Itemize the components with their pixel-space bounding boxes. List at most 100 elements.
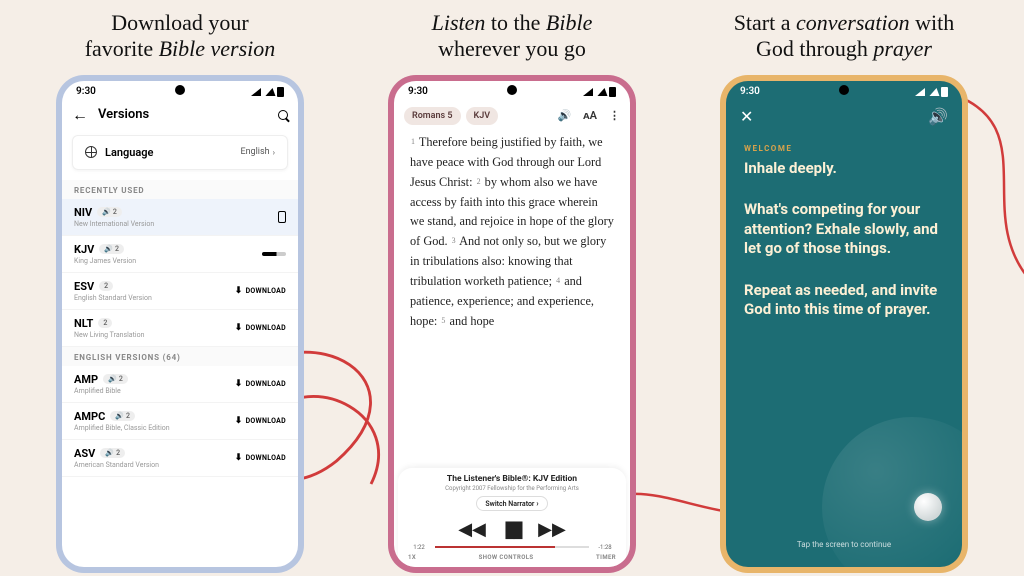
version-abbr: NIV <box>74 206 92 219</box>
chevron-right-icon: › <box>273 148 275 157</box>
version-full: American Standard Version <box>74 461 159 469</box>
version-row-asv[interactable]: ASV 🔊 2 American Standard Version ⬇DOWNLO… <box>62 440 298 477</box>
prayer-section-label: WELCOME <box>726 130 962 153</box>
forward-button[interactable]: ▶▶ <box>538 519 566 540</box>
sleep-timer-button[interactable]: TIMER <box>596 554 616 561</box>
prayer-body: Inhale deeply. What's competing for your… <box>726 153 962 326</box>
signal-icon <box>915 88 925 96</box>
download-icon: ⬇ <box>235 416 243 426</box>
speed-button[interactable]: 1X <box>408 554 416 561</box>
language-selector[interactable]: Language English › <box>72 135 288 170</box>
download-icon: ⬇ <box>235 453 243 463</box>
switch-narrator-button[interactable]: Switch Narrator › <box>476 496 547 511</box>
panel-versions: Download your favorite Bible version 9:3… <box>20 10 340 573</box>
section-english-versions: ENGLISH VERSIONS (64) <box>62 347 298 366</box>
chevron-right-icon: › <box>536 499 538 508</box>
battery-icon <box>277 87 284 97</box>
time-remaining: -1:28 <box>594 544 616 551</box>
version-full: Amplified Bible <box>74 387 128 395</box>
camera-notch <box>175 85 185 95</box>
version-row-kjv[interactable]: KJV 🔊 2 King James Version <box>62 236 298 273</box>
wifi-icon <box>595 88 608 96</box>
camera-notch <box>839 85 849 95</box>
globe-icon <box>85 146 97 158</box>
verse-text: and hope <box>449 314 494 328</box>
language-label: Language <box>105 146 153 159</box>
verse-number: 3 <box>451 236 457 245</box>
wifi-icon <box>927 88 940 96</box>
version-row-niv[interactable]: NIV 🔊 2 New International Version <box>62 199 298 236</box>
language-value: English <box>240 147 269 157</box>
version-row-nlt[interactable]: NLT2 New Living Translation ⬇DOWNLOAD <box>62 310 298 347</box>
phone-frame-3: 9:30 ✕ 🔊 WELCOME Inhale deeply. What's c… <box>720 75 968 573</box>
verse-number: 1 <box>410 137 416 146</box>
version-abbr: KJV <box>74 243 94 256</box>
download-button[interactable]: ⬇DOWNLOAD <box>235 379 286 389</box>
verse-number: 2 <box>476 177 482 186</box>
screen-versions: 9:30 ← Versions Language English› RECENT… <box>62 81 298 567</box>
version-row-amp[interactable]: AMP 🔊 2 Amplified Bible ⬇DOWNLOAD <box>62 366 298 403</box>
headline-versions: Download your favorite Bible version <box>85 10 276 63</box>
rewind-button[interactable]: ◀◀ <box>458 519 486 540</box>
version-full: Amplified Bible, Classic Edition <box>74 424 170 432</box>
progress-slider[interactable] <box>435 546 589 548</box>
text-size-icon[interactable]: ᴀA <box>583 109 597 122</box>
page-title: Versions <box>98 107 268 122</box>
headline-listen: Listen to the Bible wherever you go <box>432 10 593 63</box>
panel-listen: Listen to the Bible wherever you go 9:30… <box>352 10 672 573</box>
time-elapsed: 1:22 <box>408 544 430 551</box>
download-button[interactable]: ⬇DOWNLOAD <box>235 453 286 463</box>
audio-badge: 🔊 2 <box>97 207 122 217</box>
close-button[interactable]: ✕ <box>740 107 753 126</box>
prayer-line: Repeat as needed, and invite God into th… <box>744 281 944 320</box>
battery-icon <box>941 87 948 97</box>
audio-icon[interactable]: 🔊 <box>928 107 948 126</box>
download-button[interactable]: ⬇DOWNLOAD <box>235 416 286 426</box>
pause-button[interactable]: ▮▮ <box>504 517 520 542</box>
download-button[interactable]: ⬇DOWNLOAD <box>235 323 286 333</box>
version-full: King James Version <box>74 257 136 265</box>
download-icon: ⬇ <box>235 286 243 296</box>
phone-frame-1: 9:30 ← Versions Language English› RECENT… <box>56 75 304 573</box>
screen-prayer[interactable]: 9:30 ✕ 🔊 WELCOME Inhale deeply. What's c… <box>726 81 962 567</box>
version-row-esv[interactable]: ESV2 English Standard Version ⬇DOWNLOAD <box>62 273 298 310</box>
back-button[interactable]: ← <box>72 107 88 123</box>
audio-badge: 🔊 2 <box>99 244 124 254</box>
more-icon[interactable]: ⋮ <box>609 109 620 122</box>
count-badge: 2 <box>98 318 112 328</box>
device-icon <box>278 211 286 223</box>
audio-player: The Listener's Bible®: KJV Edition Copyr… <box>398 468 626 567</box>
version-chip[interactable]: KJV <box>466 107 499 125</box>
version-full: New Living Translation <box>74 331 144 339</box>
breathing-orb <box>914 493 942 521</box>
phone-frame-2: 9:30 Romans 5 KJV 🔊 ᴀA ⋮ 1 Therefore bei… <box>388 75 636 573</box>
book-chapter-chip[interactable]: Romans 5 <box>404 107 461 125</box>
camera-notch <box>507 85 517 95</box>
download-progress <box>262 252 286 256</box>
verse-number: 5 <box>440 316 446 325</box>
verse-number: 4 <box>555 276 561 285</box>
audio-icon[interactable]: 🔊 <box>557 109 571 122</box>
audio-badge: 🔊 2 <box>100 448 125 458</box>
prayer-line: What's competing for your attention? Exh… <box>744 200 944 259</box>
tap-hint: Tap the screen to continue <box>726 540 962 549</box>
headline-prayer: Start a conversation with God through pr… <box>734 10 955 63</box>
show-controls-button[interactable]: SHOW CONTROLS <box>479 554 534 561</box>
version-abbr: ASV <box>74 447 95 460</box>
version-row-ampc[interactable]: AMPC🔊 2 Amplified Bible, Classic Edition… <box>62 403 298 440</box>
download-icon: ⬇ <box>235 323 243 333</box>
audio-badge: 🔊 2 <box>110 411 135 421</box>
audio-badge: 🔊 2 <box>103 374 128 384</box>
signal-icon <box>583 88 593 96</box>
player-title: The Listener's Bible®: KJV Edition <box>408 474 616 484</box>
version-abbr: AMP <box>74 373 98 386</box>
scripture-text[interactable]: 1 Therefore being justified by faith, we… <box>394 133 630 468</box>
version-abbr: ESV <box>74 280 94 293</box>
screen-reader: 9:30 Romans 5 KJV 🔊 ᴀA ⋮ 1 Therefore bei… <box>394 81 630 567</box>
search-icon[interactable] <box>278 110 288 120</box>
download-button[interactable]: ⬇DOWNLOAD <box>235 286 286 296</box>
version-full: New International Version <box>74 220 154 228</box>
download-icon: ⬇ <box>235 379 243 389</box>
panel-prayer: Start a conversation with God through pr… <box>684 10 1004 573</box>
battery-icon <box>609 87 616 97</box>
